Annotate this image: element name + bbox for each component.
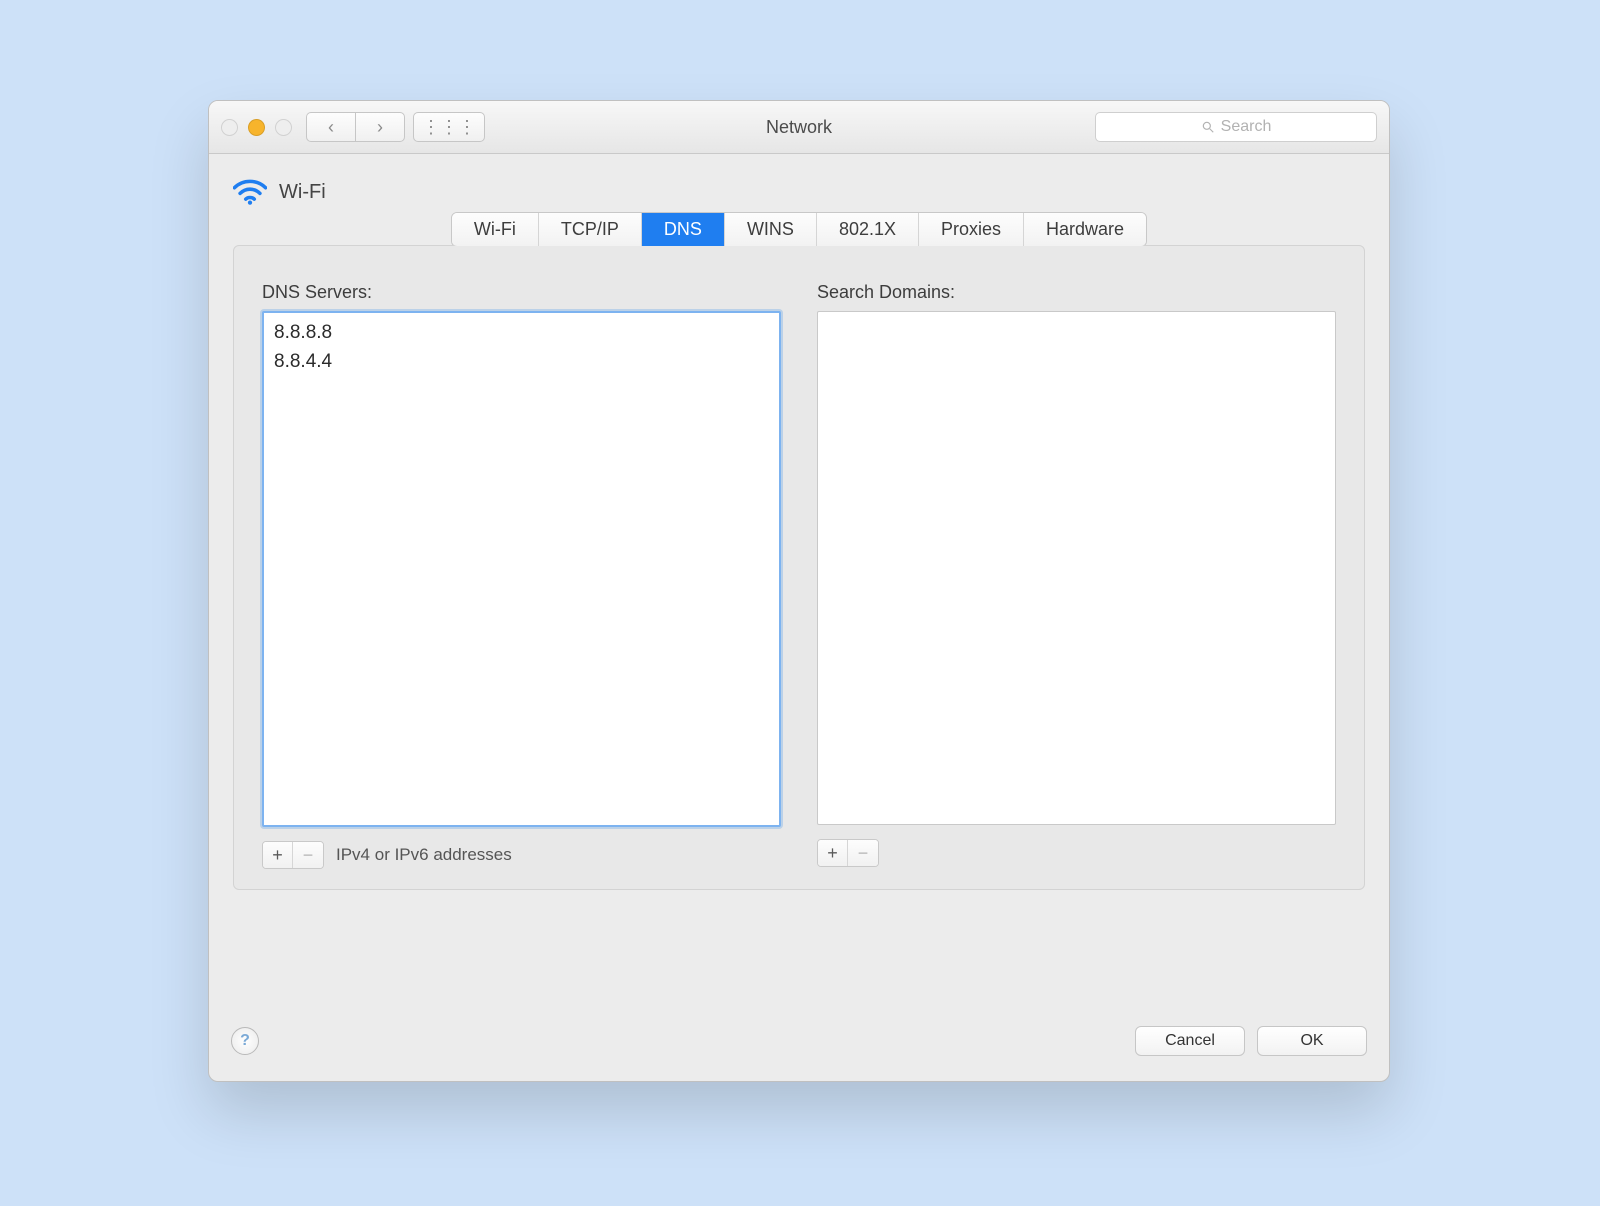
dns-servers-column: DNS Servers: 8.8.8.8 8.8.4.4 + − IPv4 or…	[262, 282, 781, 869]
tab-wins[interactable]: WINS	[725, 213, 817, 246]
titlebar: ‹ › ⋮⋮⋮ Network Search	[209, 101, 1389, 154]
remove-dns-server-button[interactable]: −	[293, 842, 323, 868]
dns-servers-list[interactable]: 8.8.8.8 8.8.4.4	[262, 311, 781, 827]
list-item[interactable]: 8.8.4.4	[274, 348, 769, 377]
connection-header: Wi-Fi	[233, 178, 1365, 206]
window-body: Wi-Fi Wi-Fi TCP/IP DNS WINS 802.1X Proxi…	[209, 154, 1389, 1011]
traffic-lights	[221, 119, 292, 136]
zoom-icon[interactable]	[275, 119, 292, 136]
add-search-domain-button[interactable]: +	[818, 840, 848, 866]
close-icon[interactable]	[221, 119, 238, 136]
help-button[interactable]: ?	[231, 1027, 259, 1055]
forward-button[interactable]: ›	[355, 112, 405, 142]
dns-panel: DNS Servers: 8.8.8.8 8.8.4.4 + − IPv4 or…	[233, 245, 1365, 890]
remove-search-domain-button[interactable]: −	[848, 840, 878, 866]
list-item[interactable]: 8.8.8.8	[274, 319, 769, 348]
dns-servers-add-remove: + −	[262, 841, 324, 869]
dialog-footer: ? Cancel OK	[209, 1011, 1389, 1081]
tab-proxies[interactable]: Proxies	[919, 213, 1024, 246]
minimize-icon[interactable]	[248, 119, 265, 136]
tab-dns[interactable]: DNS	[642, 213, 725, 246]
connection-name: Wi-Fi	[279, 181, 326, 204]
search-domains-column: Search Domains: + −	[817, 282, 1336, 869]
dns-servers-label: DNS Servers:	[262, 282, 781, 303]
tab-wifi[interactable]: Wi-Fi	[452, 213, 539, 246]
tab-hardware[interactable]: Hardware	[1024, 213, 1146, 246]
search-icon	[1201, 120, 1215, 134]
settings-tabs: Wi-Fi TCP/IP DNS WINS 802.1X Proxies Har…	[451, 212, 1147, 247]
cancel-button[interactable]: Cancel	[1135, 1026, 1245, 1056]
search-domains-label: Search Domains:	[817, 282, 1336, 303]
add-dns-server-button[interactable]: +	[263, 842, 293, 868]
search-placeholder: Search	[1221, 118, 1272, 136]
search-domains-add-remove: + −	[817, 839, 879, 867]
ok-button[interactable]: OK	[1257, 1026, 1367, 1056]
wifi-icon	[233, 178, 267, 206]
tab-8021x[interactable]: 802.1X	[817, 213, 919, 246]
network-prefs-window: ‹ › ⋮⋮⋮ Network Search	[208, 100, 1390, 1082]
back-button[interactable]: ‹	[306, 112, 355, 142]
nav-back-forward: ‹ ›	[306, 112, 405, 142]
tab-tcpip[interactable]: TCP/IP	[539, 213, 642, 246]
search-input[interactable]: Search	[1095, 112, 1377, 142]
search-domains-list[interactable]	[817, 311, 1336, 825]
show-all-button[interactable]: ⋮⋮⋮	[413, 112, 485, 142]
dns-hint: IPv4 or IPv6 addresses	[336, 845, 512, 865]
